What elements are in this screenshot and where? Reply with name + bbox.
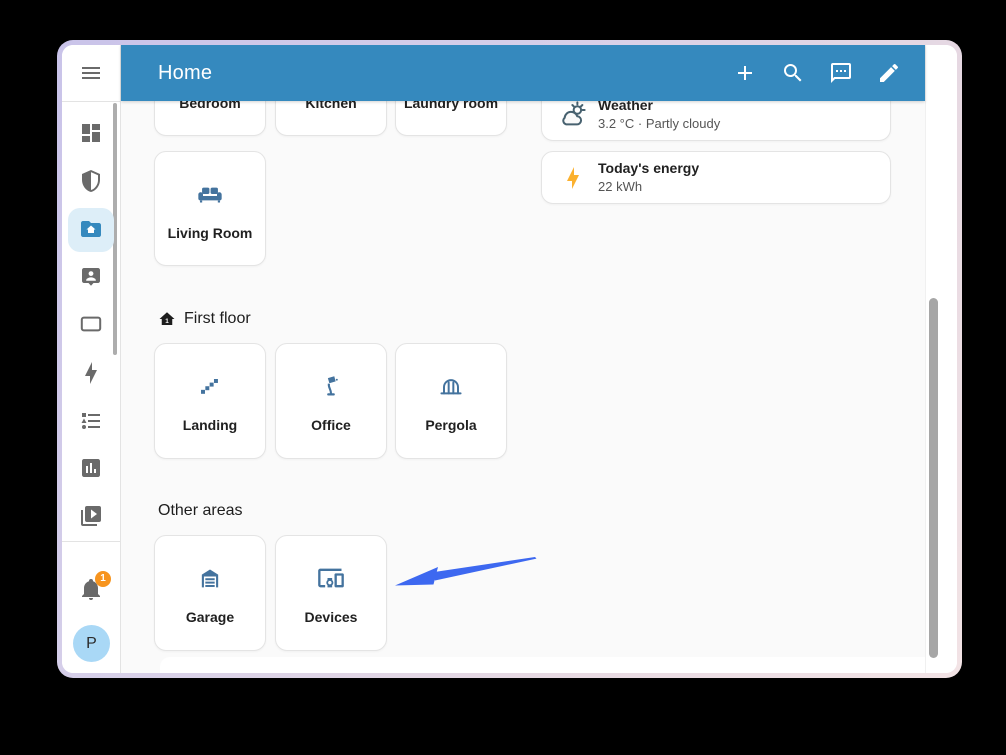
dashboard-scroll-area[interactable]: Bedroom Kitchen Laundry room bbox=[121, 101, 925, 673]
edit-pencil-icon bbox=[877, 61, 901, 85]
notifications-button[interactable]: 1 bbox=[68, 568, 114, 612]
search-icon bbox=[781, 61, 805, 85]
app-window-content: 1 P Home bbox=[62, 45, 957, 673]
pergola-dome-icon bbox=[435, 372, 467, 400]
room-card-kitchen[interactable]: Kitchen bbox=[275, 101, 387, 136]
user-avatar[interactable]: P bbox=[73, 625, 110, 662]
plus-icon bbox=[733, 61, 757, 85]
svg-text:1: 1 bbox=[165, 318, 169, 325]
sidebar-item-devices[interactable] bbox=[68, 303, 114, 347]
sidebar-divider bbox=[62, 541, 120, 542]
edit-dashboard-button[interactable] bbox=[877, 61, 901, 85]
room-card-laundry-room[interactable]: Laundry room bbox=[395, 101, 507, 136]
home-floor-1-icon: 1 bbox=[158, 310, 176, 328]
home-folder-areas-icon bbox=[79, 217, 103, 244]
room-card-pergola[interactable]: Pergola bbox=[395, 343, 507, 459]
app-window: 1 P Home bbox=[57, 40, 962, 678]
partly-cloudy-icon bbox=[558, 101, 588, 130]
sidebar-item-security[interactable] bbox=[68, 160, 114, 204]
sidebar-item-history[interactable] bbox=[68, 447, 114, 491]
weather-title: Weather bbox=[598, 101, 720, 114]
bell-icon: 1 bbox=[79, 577, 103, 604]
view-dashboard-icon bbox=[79, 121, 103, 148]
history-chart-icon bbox=[79, 456, 103, 483]
room-card-devices[interactable]: Devices bbox=[275, 535, 387, 651]
energy-title: Today's energy bbox=[598, 160, 699, 177]
content-bottom-edge bbox=[160, 657, 925, 673]
room-card-garage[interactable]: Garage bbox=[154, 535, 266, 651]
weather-status: 3.2 °C · Partly cloudy bbox=[598, 116, 720, 132]
section-heading-first-floor: 1 First floor bbox=[158, 308, 251, 330]
sofa-icon bbox=[194, 180, 226, 208]
todo-list-icon bbox=[79, 409, 103, 436]
desktop-background: 1 P Home bbox=[0, 0, 1006, 755]
energy-card[interactable]: Today's energy 22 kWh bbox=[541, 151, 891, 204]
main-scrollbar-track[interactable] bbox=[925, 45, 957, 673]
lightning-energy-icon bbox=[79, 361, 103, 388]
add-button[interactable] bbox=[733, 61, 757, 85]
sidebar-item-todo-lists[interactable] bbox=[68, 400, 114, 444]
app-header: Home bbox=[121, 45, 925, 101]
media-library-icon bbox=[79, 504, 103, 531]
weather-card[interactable]: Weather 3.2 °C · Partly cloudy bbox=[541, 101, 891, 141]
desk-lamp-icon bbox=[315, 372, 347, 400]
devices-icon bbox=[315, 564, 347, 592]
shield-security-icon bbox=[79, 169, 103, 196]
room-card-office[interactable]: Office bbox=[275, 343, 387, 459]
lightning-bolt-icon bbox=[558, 163, 588, 193]
sidebar-item-dashboards[interactable] bbox=[68, 112, 114, 156]
assist-chat-icon bbox=[829, 61, 853, 85]
search-button[interactable] bbox=[781, 61, 805, 85]
main-scrollbar-thumb[interactable] bbox=[929, 298, 938, 658]
sidebar-item-areas[interactable] bbox=[68, 208, 114, 252]
room-card-bedroom[interactable]: Bedroom bbox=[154, 101, 266, 136]
notification-badge: 1 bbox=[95, 571, 111, 587]
garage-icon bbox=[194, 564, 226, 592]
section-heading-other-areas: Other areas bbox=[158, 500, 242, 522]
stairs-icon bbox=[194, 372, 226, 400]
assist-button[interactable] bbox=[829, 61, 853, 85]
sidebar-item-media[interactable] bbox=[68, 495, 114, 539]
tablet-devices-icon bbox=[79, 312, 103, 339]
sidebar-divider bbox=[62, 101, 120, 102]
main-area: Home bbox=[121, 45, 957, 673]
room-card-living-room[interactable]: Living Room bbox=[154, 151, 266, 266]
sidebar-item-people[interactable] bbox=[68, 256, 114, 300]
room-card-landing[interactable]: Landing bbox=[154, 343, 266, 459]
sidebar-item-energy[interactable] bbox=[68, 352, 114, 396]
sidebar: 1 P bbox=[62, 45, 121, 673]
page-title: Home bbox=[158, 62, 733, 85]
hamburger-menu-icon[interactable] bbox=[68, 51, 114, 95]
person-badge-icon bbox=[79, 265, 103, 292]
annotation-arrow bbox=[391, 551, 543, 593]
energy-value: 22 kWh bbox=[598, 179, 699, 195]
